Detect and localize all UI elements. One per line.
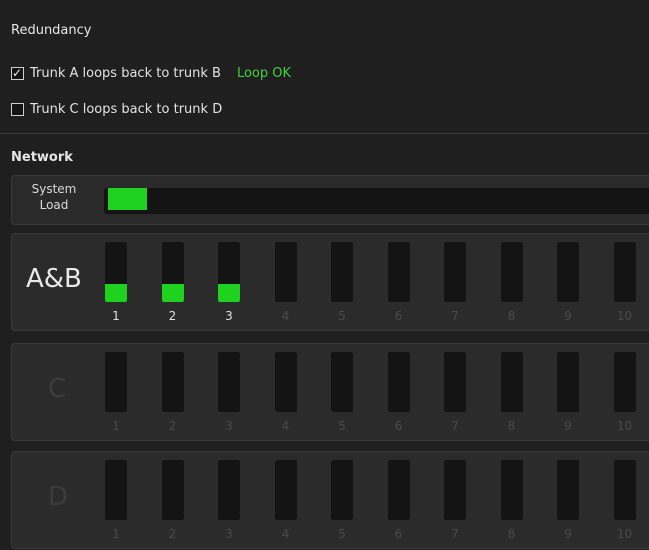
channel-number-d-2: 2: [168, 527, 177, 541]
channel-meter-ab-10: [613, 242, 636, 302]
channel-number-c-1: 1: [112, 419, 120, 433]
loop-ab-checkbox[interactable]: ✓: [11, 65, 24, 80]
channel-number-d-7: 7: [451, 527, 459, 541]
channel-meter-ab-5: [331, 242, 353, 302]
channel-meter-d-6: [387, 460, 410, 520]
section-divider: [0, 133, 649, 134]
channel-number-d-6: 6: [394, 527, 403, 541]
channel-number-ab-7: 7: [451, 309, 459, 323]
channel-number-ab-5: 5: [338, 309, 346, 323]
channel-meter-c-4: [274, 352, 297, 412]
channel-number-d-1: 1: [112, 527, 120, 541]
channel-meter-d-7: [444, 460, 466, 520]
channel-meter-ab-3: [218, 242, 240, 302]
channel-meter-c-8: [500, 352, 523, 412]
channel-number-c-9: 9: [564, 419, 572, 433]
channel-number-ab-2: 2: [168, 309, 177, 323]
channel-number-d-4: 4: [281, 527, 290, 541]
channel-number-d-3: 3: [225, 527, 233, 541]
channel-number-ab-6: 6: [394, 309, 403, 323]
channel-number-c-2: 2: [168, 419, 177, 433]
loop-ab-label: Trunk A loops back to trunk B: [30, 65, 221, 81]
channel-meter-ab-7: [444, 242, 466, 302]
system-load-label-line2: Load: [39, 198, 69, 212]
channel-number-c-10: 10: [616, 419, 633, 433]
loop-ab-option[interactable]: ✓ Trunk A loops back to trunk B Loop OK: [11, 64, 291, 82]
system-load-bar: [108, 188, 147, 210]
channel-meter-c-1: [105, 352, 127, 412]
channel-meter-ab-6: [387, 242, 410, 302]
trunk-panel-ab: A&B 1 2 3 4 5 6 7 8 9 10: [11, 233, 649, 331]
channel-number-ab-10: 10: [616, 309, 633, 323]
system-load-panel: System Load: [11, 175, 649, 225]
redundancy-section-title: Redundancy: [11, 23, 92, 38]
trunk-label-d: D: [48, 482, 69, 512]
channel-number-ab-8: 8: [507, 309, 516, 323]
trunk-label-ab: A&B: [26, 264, 82, 294]
channel-meter-d-2: [161, 460, 184, 520]
channel-number-c-3: 3: [225, 419, 233, 433]
channel-number-d-5: 5: [338, 527, 346, 541]
channel-number-ab-3: 3: [225, 309, 233, 323]
channel-number-ab-4: 4: [281, 309, 290, 323]
loop-cd-option[interactable]: Trunk C loops back to trunk D: [11, 100, 222, 118]
system-load-label-line1: System: [31, 182, 77, 196]
channel-meter-c-7: [444, 352, 466, 412]
channel-level-ab-1: [105, 284, 127, 302]
trunk-label-c: C: [48, 374, 67, 404]
channel-level-ab-3: [218, 284, 240, 302]
channel-meter-ab-9: [557, 242, 579, 302]
channel-meter-d-3: [218, 460, 240, 520]
channel-meter-ab-8: [500, 242, 523, 302]
loop-cd-label: Trunk C loops back to trunk D: [30, 101, 223, 117]
channel-number-d-8: 8: [507, 527, 516, 541]
channel-number-d-9: 9: [564, 527, 572, 541]
channel-meter-c-6: [387, 352, 410, 412]
channel-number-ab-1: 1: [112, 309, 120, 323]
channel-meter-ab-1: [105, 242, 127, 302]
channel-meter-d-5: [331, 460, 353, 520]
channel-meter-c-2: [161, 352, 184, 412]
checkmark-icon: ✓: [12, 65, 23, 80]
channel-meter-ab-4: [274, 242, 297, 302]
channel-meter-ab-2: [161, 242, 184, 302]
channel-level-ab-2: [161, 284, 184, 302]
channel-number-ab-9: 9: [564, 309, 572, 323]
channel-meter-c-10: [613, 352, 636, 412]
channel-meter-d-1: [105, 460, 127, 520]
channel-meter-d-10: [613, 460, 636, 520]
channel-meter-d-4: [274, 460, 297, 520]
system-load-label: System Load: [24, 181, 84, 213]
channel-number-c-6: 6: [394, 419, 403, 433]
channel-number-c-8: 8: [507, 419, 516, 433]
channel-number-d-10: 10: [616, 527, 633, 541]
channel-meter-d-8: [500, 460, 523, 520]
channel-number-c-5: 5: [338, 419, 346, 433]
trunk-panel-c: C 1 2 3 4 5 6 7 8 9 10: [11, 343, 649, 441]
channel-meter-d-9: [557, 460, 579, 520]
channel-meter-c-5: [331, 352, 353, 412]
channel-meter-c-9: [557, 352, 579, 412]
loop-cd-checkbox[interactable]: [11, 102, 24, 116]
trunk-panel-d: D 1 2 3 4 5 6 7 8 9 10: [11, 451, 649, 549]
system-load-track: [104, 188, 649, 214]
channel-meter-c-3: [218, 352, 240, 412]
channel-number-c-7: 7: [451, 419, 459, 433]
network-section-title: Network: [11, 150, 73, 165]
channel-number-c-4: 4: [281, 419, 290, 433]
loop-status: Loop OK: [236, 65, 292, 81]
